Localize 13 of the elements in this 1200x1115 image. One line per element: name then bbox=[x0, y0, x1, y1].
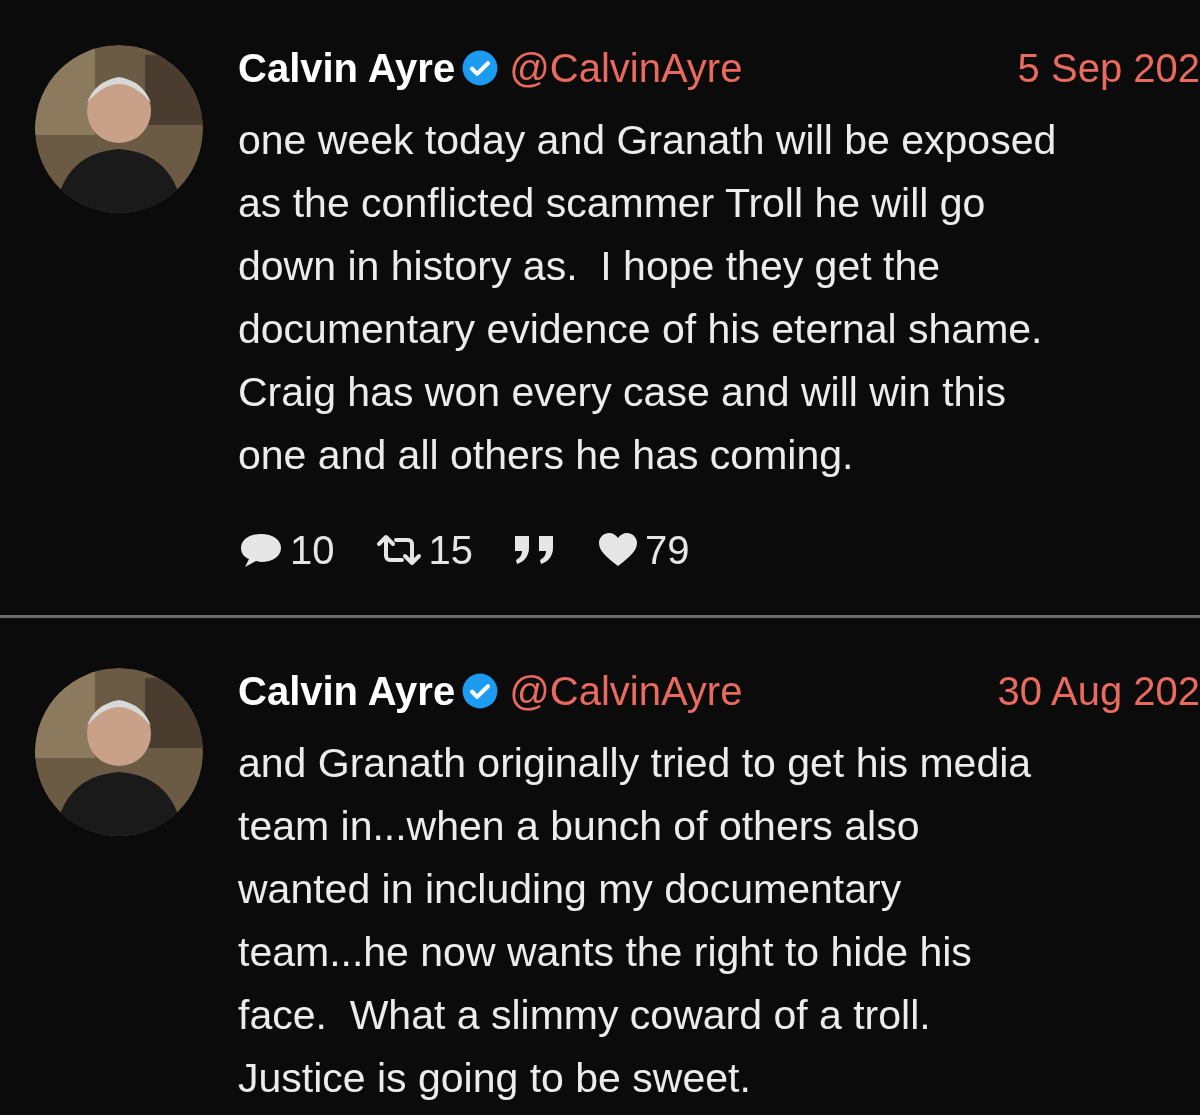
retweet-count: 15 bbox=[428, 527, 473, 574]
heart-icon[interactable] bbox=[597, 532, 639, 568]
tweet-text: one week today and Granath will be exposed as the conflicted scammer Troll he will go down in history as. I hope they get the documentary evidence of his eternal shame. Craig has won every case and will win this one and all others he has coming. bbox=[238, 116, 1058, 480]
tweet-text: and Granath originally tried to get his media team in...when a bunch of others also wanted in including my documentary team...he now wants the right to hide his face. What a slimmy coward of a troll. Justice is going to be sweet. bbox=[238, 739, 1033, 1103]
reply-count: 10 bbox=[290, 527, 335, 574]
tweet-date[interactable]: 5 Sep 202 bbox=[1017, 38, 1200, 98]
author-handle[interactable]: @CalvinAyre bbox=[509, 661, 743, 721]
tweet-date[interactable]: 30 Aug 202 bbox=[997, 661, 1200, 721]
author-name[interactable]: Calvin Ayre bbox=[238, 661, 456, 721]
like-count: 79 bbox=[645, 527, 690, 574]
author-name[interactable]: Calvin Ayre bbox=[238, 38, 456, 98]
retweet-icon[interactable] bbox=[374, 532, 423, 568]
author-handle[interactable]: @CalvinAyre bbox=[509, 38, 743, 98]
